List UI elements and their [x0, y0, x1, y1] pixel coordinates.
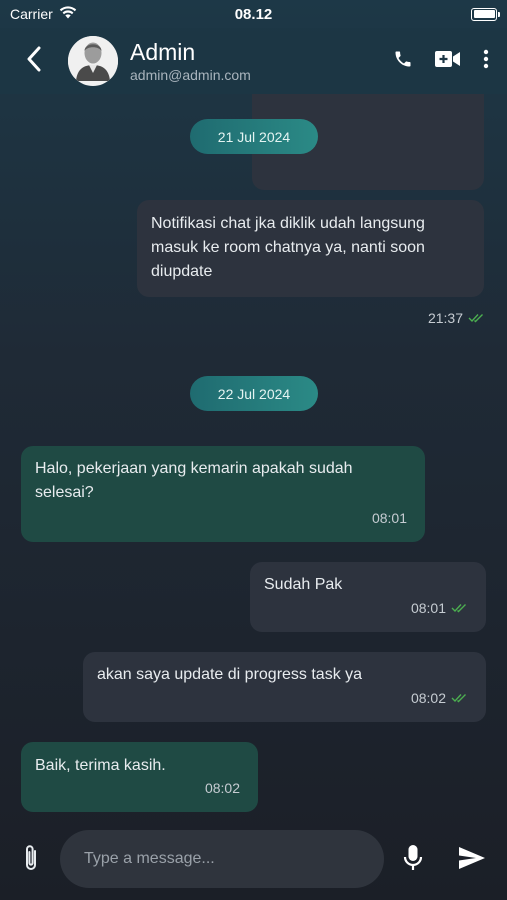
message-composer: [0, 820, 507, 900]
message-time: 08:02: [410, 690, 446, 706]
video-call-button[interactable]: [435, 50, 461, 73]
message-input[interactable]: [60, 830, 384, 888]
contact-info: Admin admin@admin.com: [130, 39, 393, 83]
battery-icon: [471, 7, 500, 21]
send-icon: [458, 846, 486, 875]
call-button[interactable]: [393, 49, 413, 74]
more-vertical-icon: [483, 49, 489, 74]
wifi-icon: [59, 6, 77, 22]
message-meta: 08:01: [372, 506, 407, 530]
attach-icon: [22, 843, 40, 878]
header-actions: [393, 49, 493, 74]
carrier-label: Carrier: [10, 6, 53, 22]
mic-icon: [403, 844, 423, 877]
contact-name: Admin: [130, 39, 196, 65]
message-bubble[interactable]: Baik, terima kasih. 08:02: [21, 742, 258, 812]
message-text: Halo, pekerjaan yang kemarin apakah suda…: [35, 460, 353, 501]
double-check-icon: [451, 596, 468, 620]
back-arrow-icon: [26, 46, 42, 77]
date-separator: 21 Jul 2024: [190, 119, 318, 154]
contact-email: admin@admin.com: [130, 67, 251, 83]
video-call-icon: [435, 50, 461, 73]
voice-record-button[interactable]: [400, 844, 426, 876]
back-button[interactable]: [14, 41, 54, 81]
message-bubble[interactable]: akan saya update di progress task ya 08:…: [83, 652, 486, 722]
chat-area[interactable]: 21 Jul 2024 Notifikasi chat jka diklik u…: [0, 94, 507, 820]
message-text: akan saya update di progress task ya: [97, 666, 363, 683]
message-text: Sudah Pak: [264, 576, 343, 593]
message-bubble[interactable]: Sudah Pak 08:01: [250, 562, 486, 632]
avatar[interactable]: [68, 36, 118, 86]
phone-icon: [393, 49, 413, 74]
message-meta: 08:01: [411, 596, 468, 620]
message-time: 08:01: [410, 600, 446, 616]
message-bubble[interactable]: Notifikasi chat jka diklik udah langsung…: [137, 200, 484, 297]
attach-button[interactable]: [16, 842, 46, 878]
chat-header: Admin admin@admin.com: [0, 28, 507, 94]
message-meta: 21:37: [428, 310, 485, 326]
avatar-icon: [68, 36, 118, 86]
date-separator: 22 Jul 2024: [190, 376, 318, 411]
message-time: 08:01: [371, 510, 407, 526]
double-check-icon: [451, 686, 468, 710]
status-left: Carrier: [10, 6, 77, 22]
send-button[interactable]: [455, 844, 489, 876]
message-bubble[interactable]: Halo, pekerjaan yang kemarin apakah suda…: [21, 446, 425, 542]
message-text: Baik, terima kasih.: [35, 757, 166, 774]
message-meta: 08:02: [411, 686, 468, 710]
message-time: 08:02: [204, 780, 240, 796]
double-check-icon: [468, 310, 485, 326]
message-text: Notifikasi chat jka diklik udah langsung…: [151, 215, 425, 280]
more-options-button[interactable]: [483, 49, 489, 74]
message-meta: 08:02: [205, 776, 240, 800]
status-bar: Carrier 08.12: [0, 0, 507, 28]
message-time: 21:37: [427, 310, 463, 326]
